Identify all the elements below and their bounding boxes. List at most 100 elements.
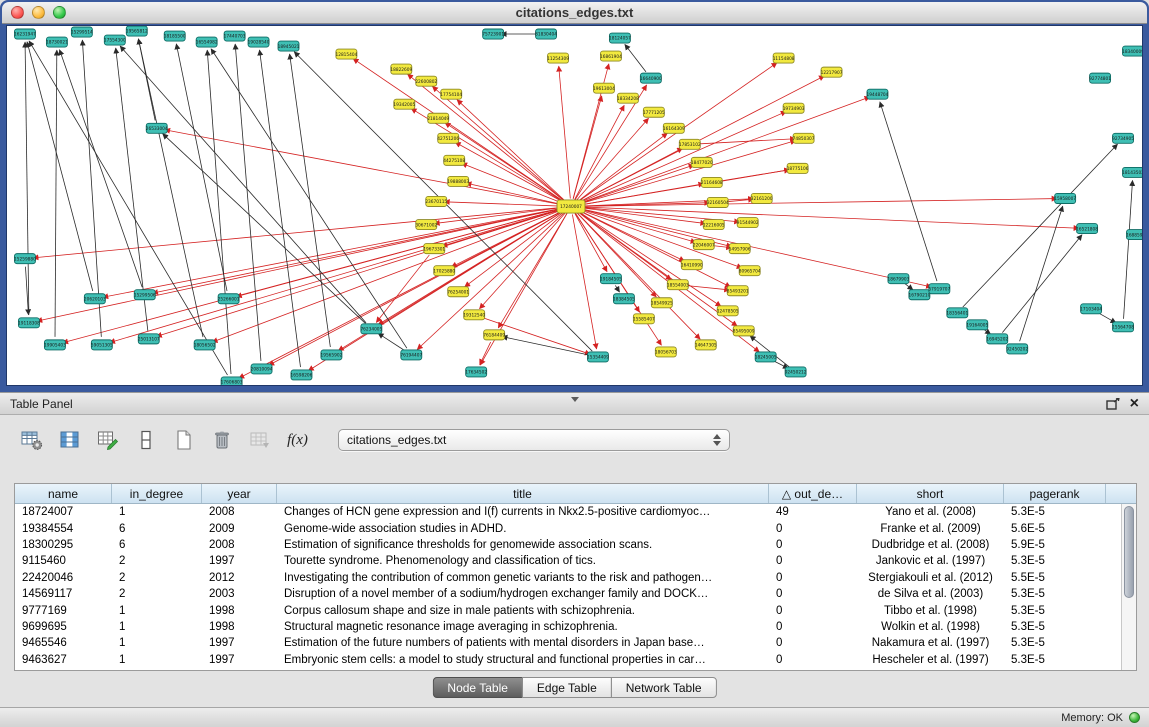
graph-edge[interactable] xyxy=(615,285,619,292)
graph-node[interactable]: 76234005 xyxy=(360,324,382,334)
table-cell-in_degree[interactable]: 1 xyxy=(112,654,202,666)
table-cell-short[interactable]: Wolkin et al. (1998) xyxy=(857,621,1004,633)
graph-node[interactable]: 21164608 xyxy=(701,177,723,187)
graph-node[interactable]: 18185500 xyxy=(164,31,186,41)
table-cell-name[interactable]: 9115460 xyxy=(15,555,112,567)
graph-node[interactable]: 18143502 xyxy=(1122,167,1142,177)
graph-edge[interactable] xyxy=(1124,180,1133,318)
graph-node[interactable]: 19565902 xyxy=(321,350,343,360)
table-cell-short[interactable]: Stergiakouli et al. (2012) xyxy=(857,572,1004,584)
graph-node[interactable]: 54957906 xyxy=(729,244,751,254)
graph-node[interactable]: 32161200 xyxy=(751,193,773,203)
graph-node[interactable]: 19164005 xyxy=(966,320,988,330)
table-cell-title[interactable]: Structural magnetic resonance image aver… xyxy=(277,621,769,633)
minimize-window-button[interactable] xyxy=(32,6,45,19)
graph-edge[interactable] xyxy=(625,44,646,71)
table-cell-year[interactable]: 1998 xyxy=(202,621,277,633)
table-cell-out_degree[interactable]: 0 xyxy=(769,555,857,567)
table-cell-year[interactable]: 2003 xyxy=(202,588,277,600)
graph-edge[interactable] xyxy=(211,49,407,348)
graph-node[interactable]: 80965704 xyxy=(739,266,761,276)
graph-node[interactable]: 15259880 xyxy=(14,254,36,264)
table-cell-out_degree[interactable]: 0 xyxy=(769,523,857,535)
graph-node[interactable]: 20620103 xyxy=(84,294,106,304)
table-cell-in_degree[interactable]: 2 xyxy=(112,572,202,584)
table-cell-name[interactable]: 19384554 xyxy=(15,523,112,535)
graph-node[interactable]: 22046007 xyxy=(693,240,715,250)
graph-edge[interactable] xyxy=(1098,313,1116,323)
graph-node[interactable]: 17554300 xyxy=(104,35,126,45)
graph-edge[interactable] xyxy=(165,130,563,205)
graph-node[interactable]: 21814049 xyxy=(427,113,449,123)
table-cell-pagerank[interactable]: 5.3E-5 xyxy=(1004,605,1106,617)
table-row[interactable]: 911546021997Tourette syndrome. Phenomeno… xyxy=(15,553,1121,569)
graph-node[interactable]: 18124057 xyxy=(609,33,631,43)
graph-node[interactable]: 26533004 xyxy=(146,123,168,133)
close-window-button[interactable] xyxy=(11,6,24,19)
graph-node[interactable]: 12478505 xyxy=(717,306,739,316)
table-cell-out_degree[interactable]: 0 xyxy=(769,637,857,649)
graph-edge[interactable] xyxy=(579,199,1057,207)
table-cell-in_degree[interactable]: 2 xyxy=(112,588,202,600)
table-cell-pagerank[interactable]: 5.3E-5 xyxy=(1004,621,1106,633)
graph-edge[interactable] xyxy=(457,100,565,201)
graph-node[interactable]: 15299514 xyxy=(71,27,93,37)
tab-network-table[interactable]: Network Table xyxy=(611,677,717,698)
graph-node[interactable]: 18549925 xyxy=(651,298,673,308)
graph-edge[interactable] xyxy=(579,165,695,204)
graph-node[interactable]: 17606803 xyxy=(221,377,243,385)
graph-node[interactable]: 19028540 xyxy=(248,37,270,47)
column-header-title[interactable]: title xyxy=(277,484,769,503)
graph-node[interactable]: 19448704 xyxy=(867,89,889,99)
graph-node[interactable]: 19888003 xyxy=(447,176,469,186)
graph-node[interactable]: 18679903 xyxy=(888,274,910,284)
table-cell-in_degree[interactable]: 1 xyxy=(112,637,202,649)
graph-edge[interactable] xyxy=(138,39,155,121)
graph-node[interactable]: 18245005 xyxy=(755,352,777,362)
table-row[interactable]: 946554611997Estimation of the future num… xyxy=(15,635,1121,651)
graph-node[interactable]: 30671002 xyxy=(415,220,437,230)
graph-node[interactable]: 16598206 xyxy=(291,370,313,380)
graph-edge[interactable] xyxy=(82,40,101,337)
table-cell-pagerank[interactable]: 5.3E-5 xyxy=(1004,588,1106,600)
table-cell-pagerank[interactable]: 5.3E-5 xyxy=(1004,654,1106,666)
table-cell-name[interactable]: 9699695 xyxy=(15,621,112,633)
graph-edge[interactable] xyxy=(465,211,565,287)
table-cell-in_degree[interactable]: 2 xyxy=(112,555,202,567)
table-cell-pagerank[interactable]: 5.3E-5 xyxy=(1004,637,1106,649)
table-cell-year[interactable]: 2008 xyxy=(202,506,277,518)
table-cell-in_degree[interactable]: 6 xyxy=(112,523,202,535)
graph-edge[interactable] xyxy=(480,342,491,365)
graph-edge[interactable] xyxy=(479,213,565,309)
table-cell-pagerank[interactable]: 5.6E-5 xyxy=(1004,523,1106,535)
column-header-out_degree[interactable]: △ out_de… xyxy=(769,484,857,503)
graph-node[interactable]: 85493201 xyxy=(727,286,749,296)
graph-node[interactable]: 12217907 xyxy=(821,67,843,77)
table-cell-year[interactable]: 2008 xyxy=(202,539,277,551)
graph-node[interactable]: 22600802 xyxy=(415,76,437,86)
table-cell-year[interactable]: 2012 xyxy=(202,572,277,584)
table-cell-out_degree[interactable]: 0 xyxy=(769,654,857,666)
memory-status-indicator[interactable] xyxy=(1129,712,1140,723)
graph-node[interactable]: 18945021 xyxy=(278,41,300,51)
graph-node[interactable]: 16521808 xyxy=(1076,224,1098,234)
graph-node[interactable]: 18477020 xyxy=(691,157,713,167)
table-cell-name[interactable]: 9463627 xyxy=(15,654,112,666)
table-cell-title[interactable]: Corpus callosum shape and size in male p… xyxy=(277,605,769,617)
table-cell-short[interactable]: Franke et al. (2009) xyxy=(857,523,1004,535)
tab-node-table[interactable]: Node Table xyxy=(432,677,523,698)
table-cell-out_degree[interactable]: 0 xyxy=(769,588,857,600)
graph-node[interactable]: 18340009 xyxy=(1122,46,1142,56)
column-header-short[interactable]: short xyxy=(857,484,1004,503)
zoom-window-button[interactable] xyxy=(53,6,66,19)
graph-node[interactable]: 44275108 xyxy=(443,155,465,165)
column-header-pagerank[interactable]: pagerank xyxy=(1004,484,1106,503)
graph-node[interactable]: 76184409 xyxy=(483,330,505,340)
table-cell-title[interactable]: Changes of HCN gene expression and I(f) … xyxy=(277,506,769,518)
graph-node[interactable]: 15564708 xyxy=(1112,322,1134,332)
graph-node[interactable]: 18554003 xyxy=(667,280,689,290)
table-cell-title[interactable]: Genome-wide association studies in ADHD. xyxy=(277,523,769,535)
graph-node[interactable]: 17440703 xyxy=(224,31,246,41)
graph-edge[interactable] xyxy=(378,333,405,350)
table-cell-out_degree[interactable]: 49 xyxy=(769,506,857,518)
